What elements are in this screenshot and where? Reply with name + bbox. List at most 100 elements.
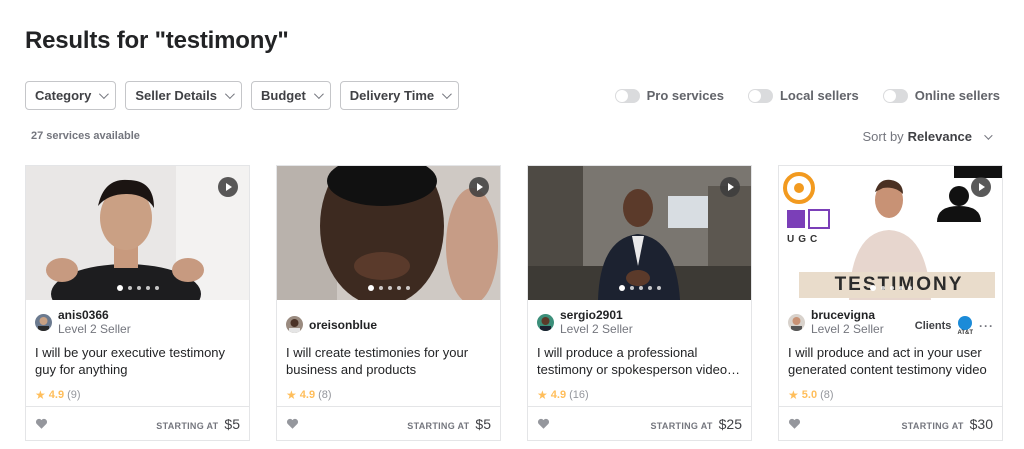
heart-icon[interactable]	[537, 417, 550, 430]
sort-dropdown[interactable]: Sort by Relevance	[862, 129, 993, 144]
seller-name[interactable]: oreisonblue	[309, 318, 377, 332]
page-title: Results for "testimony"	[25, 27, 289, 54]
chevron-down-icon	[984, 130, 993, 140]
seller-info: brucevigna Level 2 Seller	[788, 308, 884, 336]
heart-icon[interactable]	[35, 417, 48, 430]
carousel-dots[interactable]	[367, 285, 410, 291]
price[interactable]: STARTING AT $5	[407, 416, 491, 432]
gig-thumbnail-image	[528, 166, 751, 300]
play-icon[interactable]	[971, 177, 991, 197]
carousel-dots[interactable]	[116, 285, 159, 291]
filter-budget[interactable]: Budget	[251, 81, 331, 110]
gig-title[interactable]: I will be your executive testimony guy f…	[35, 344, 243, 378]
seller-name[interactable]: anis0366	[58, 308, 131, 322]
price[interactable]: STARTING AT $30	[902, 416, 994, 432]
filter-category[interactable]: Category	[25, 81, 117, 110]
gig-title[interactable]: I will produce and act in your user gene…	[788, 344, 996, 378]
toggle-switch[interactable]	[614, 88, 640, 103]
client-logo-att: AT&T	[957, 316, 973, 336]
seller-name[interactable]: brucevigna	[811, 308, 884, 322]
filter-seller-details[interactable]: Seller Details	[125, 81, 243, 110]
price-label: STARTING AT	[407, 421, 470, 431]
heart-icon[interactable]	[788, 417, 801, 430]
price[interactable]: STARTING AT $25	[651, 416, 743, 432]
filter-label: Seller Details	[135, 88, 218, 103]
seller-level: Level 2 Seller	[560, 322, 633, 336]
sort-value: Relevance	[907, 129, 972, 144]
price[interactable]: STARTING AT $5	[156, 416, 240, 432]
rating: ★ 4.9 (9)	[35, 388, 81, 402]
rating: ★ 5.0 (8)	[788, 388, 834, 402]
play-icon[interactable]	[218, 177, 238, 197]
client-logo-text: AT&T	[957, 330, 973, 336]
card-footer: STARTING AT $30	[779, 406, 1002, 440]
att-logo-icon	[958, 316, 973, 330]
rating-value: 4.9	[550, 389, 567, 401]
services-count: 27 services available	[31, 130, 140, 142]
gig-thumbnail[interactable]	[277, 166, 500, 300]
avatar[interactable]	[35, 313, 52, 331]
card-footer: STARTING AT $5	[26, 406, 249, 440]
gig-card[interactable]: UGC TESTIMONY brucevigna Level 2 Seller …	[778, 165, 1003, 441]
gig-card[interactable]: oreisonblue I will create testimonies fo…	[276, 165, 501, 441]
thumb-label-ugc: UGC	[787, 234, 822, 245]
price-label: STARTING AT	[901, 421, 964, 431]
rating-count: (16)	[569, 389, 589, 401]
rating-count: (8)	[820, 389, 834, 401]
sort-prefix: Sort by	[862, 129, 904, 144]
toggle-pro-services[interactable]: Pro services	[614, 88, 724, 103]
rating-count: (9)	[67, 389, 81, 401]
rating-value: 4.9	[48, 389, 65, 401]
gig-thumbnail[interactable]	[528, 166, 751, 300]
seller-level: Level 2 Seller	[811, 322, 884, 336]
price-label: STARTING AT	[650, 421, 713, 431]
toggle-label: Pro services	[646, 88, 724, 103]
seller-info: sergio2901 Level 2 Seller	[537, 308, 633, 336]
carousel-dots[interactable]	[869, 285, 912, 291]
price-amount: $5	[475, 416, 491, 432]
star-icon: ★	[788, 388, 799, 402]
seller-info: oreisonblue	[286, 316, 377, 333]
gig-thumbnail[interactable]	[26, 166, 249, 300]
play-icon[interactable]	[720, 177, 740, 197]
gig-grid: anis0366 Level 2 Seller I will be your e…	[25, 165, 1003, 441]
clients-badge[interactable]: Clients AT&T ···	[915, 316, 994, 336]
seller-name[interactable]: sergio2901	[560, 308, 633, 322]
filter-label: Category	[35, 88, 92, 103]
toggle-switch[interactable]	[747, 88, 773, 103]
gig-card[interactable]: anis0366 Level 2 Seller I will be your e…	[25, 165, 250, 441]
price-label: STARTING AT	[156, 421, 219, 431]
chevron-down-icon	[224, 89, 235, 100]
avatar[interactable]	[537, 313, 554, 331]
star-icon: ★	[286, 388, 297, 402]
avatar[interactable]	[286, 316, 303, 333]
chevron-down-icon	[99, 89, 110, 100]
heart-icon[interactable]	[286, 417, 299, 430]
toggle-label: Local sellers	[779, 88, 859, 103]
seller-level: Level 2 Seller	[58, 322, 131, 336]
chevron-down-icon	[442, 89, 452, 100]
gig-card[interactable]: sergio2901 Level 2 Seller I will produce…	[527, 165, 752, 441]
filter-bar: Category Seller Details Budget Delivery …	[25, 81, 460, 110]
toggle-switch[interactable]	[882, 88, 908, 103]
star-icon: ★	[35, 388, 46, 402]
toggle-local-sellers[interactable]: Local sellers	[747, 88, 859, 103]
more-icon[interactable]: ···	[979, 319, 994, 333]
toggle-online-sellers[interactable]: Online sellers	[882, 88, 1000, 103]
rating-value: 5.0	[801, 389, 818, 401]
filter-label: Delivery Time	[349, 88, 435, 103]
price-amount: $25	[718, 416, 742, 432]
gig-thumbnail-image	[277, 166, 500, 300]
gig-thumbnail[interactable]: UGC TESTIMONY	[779, 166, 1002, 300]
carousel-dots[interactable]	[618, 285, 661, 291]
filter-delivery-time[interactable]: Delivery Time	[339, 81, 460, 110]
price-amount: $30	[969, 416, 993, 432]
star-icon: ★	[537, 388, 548, 402]
rating-count: (8)	[318, 389, 332, 401]
gig-title[interactable]: I will produce a professional testimony …	[537, 344, 745, 378]
chevron-down-icon	[313, 89, 324, 100]
gig-thumbnail-image	[26, 166, 249, 300]
avatar[interactable]	[788, 313, 805, 331]
play-icon[interactable]	[469, 177, 489, 197]
gig-title[interactable]: I will create testimonies for your busin…	[286, 344, 494, 378]
